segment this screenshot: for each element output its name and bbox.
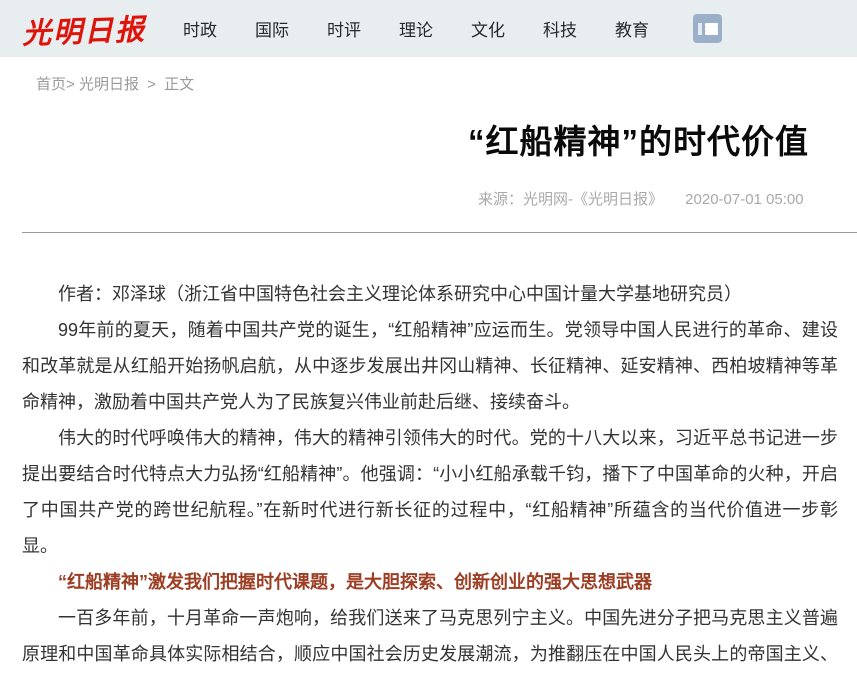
guangming-daily-logo[interactable]: 光明日报 bbox=[21, 5, 164, 52]
nav-item-commentary[interactable]: 时评 bbox=[327, 16, 361, 41]
nav-item-education[interactable]: 教育 bbox=[615, 16, 649, 41]
article-publish-time: 2020-07-01 05:00 bbox=[685, 191, 803, 208]
breadcrumb-home-link[interactable]: 首页> bbox=[36, 76, 75, 93]
nav-item-international[interactable]: 国际 bbox=[255, 16, 289, 41]
article-title: “红船精神”的时代价值 bbox=[468, 115, 857, 163]
article-body: 作者：邓泽球（浙江省中国特色社会主义理论体系研究中心中国计量大学基地研究员） 9… bbox=[22, 276, 838, 673]
article-paragraph: 一百多年前，十月革命一声炮响，给我们送来了马克思列宁主义。中国先进分子把马克思主… bbox=[22, 600, 838, 673]
list-menu-icon bbox=[698, 23, 718, 35]
nav-item-culture[interactable]: 文化 bbox=[471, 16, 505, 41]
article-paragraph: 伟大的时代呼唤伟大的精神，伟大的精神引领伟大的时代。党的十八大以来，习近平总书记… bbox=[22, 420, 838, 564]
article-subheading: “红船精神”激发我们把握时代课题，是大胆探索、创新创业的强大思想武器 bbox=[22, 564, 838, 600]
primary-nav: 时政 国际 时评 理论 文化 科技 教育 bbox=[183, 14, 722, 43]
breadcrumb-current: 正文 bbox=[164, 76, 194, 93]
title-divider bbox=[22, 232, 857, 233]
article-page: “红船精神”的时代价值 来源：光明网-《光明日报》 2020-07-01 05:… bbox=[0, 115, 857, 673]
nav-item-politics[interactable]: 时政 bbox=[183, 16, 217, 41]
breadcrumb-section-link[interactable]: 光明日报 bbox=[79, 76, 139, 93]
menu-button[interactable] bbox=[693, 14, 722, 43]
nav-item-theory[interactable]: 理论 bbox=[399, 16, 433, 41]
article-paragraph-author: 作者：邓泽球（浙江省中国特色社会主义理论体系研究中心中国计量大学基地研究员） bbox=[22, 276, 838, 312]
nav-item-technology[interactable]: 科技 bbox=[543, 16, 577, 41]
article-source: 来源：光明网-《光明日报》 bbox=[478, 191, 663, 208]
site-header: 光明日报 时政 国际 时评 理论 文化 科技 教育 bbox=[0, 0, 857, 57]
article-meta: 来源：光明网-《光明日报》 2020-07-01 05:00 bbox=[478, 188, 857, 209]
breadcrumb-separator: > bbox=[147, 76, 156, 93]
article-paragraph: 99年前的夏天，随着中国共产党的诞生，“红船精神”应运而生。党领导中国人民进行的… bbox=[22, 312, 838, 420]
breadcrumb: 首页> 光明日报 > 正文 bbox=[0, 57, 857, 94]
